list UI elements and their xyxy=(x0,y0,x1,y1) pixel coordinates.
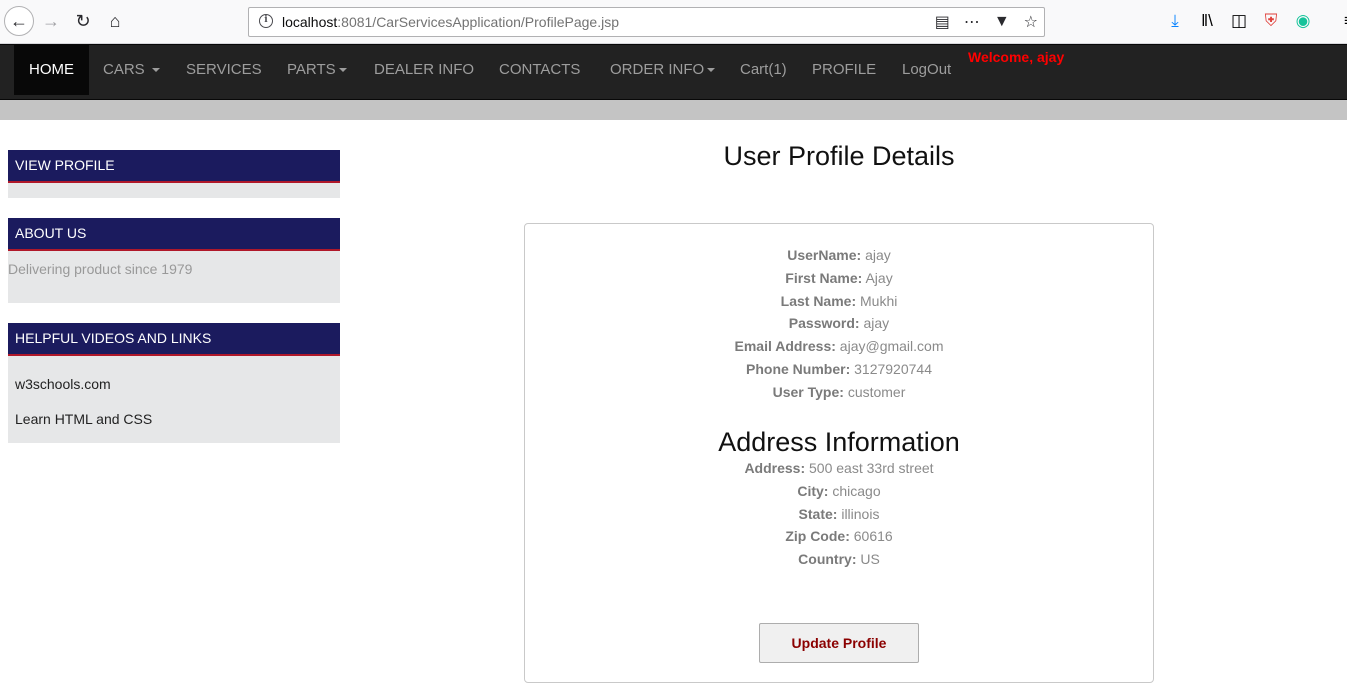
shield-extension-icon[interactable]: ⛨ xyxy=(1261,11,1281,31)
field-label: UserName: xyxy=(787,247,862,263)
navbar-underbar xyxy=(0,100,1347,120)
nav-parts[interactable]: PARTS xyxy=(272,45,362,95)
field-label: User Type: xyxy=(772,384,844,400)
reload-icon[interactable]: ↻ xyxy=(68,6,98,36)
menu-icon[interactable]: ≡ xyxy=(1339,11,1347,31)
field-label: First Name: xyxy=(785,270,863,286)
link-w3schools[interactable]: w3schools.com xyxy=(8,356,340,392)
field-label: City: xyxy=(797,483,829,499)
grammarly-icon[interactable]: ◉ xyxy=(1293,11,1313,31)
field-value: 500 east 33rd street xyxy=(809,460,934,476)
caret-down-icon xyxy=(707,68,716,73)
field-value: 60616 xyxy=(853,528,893,544)
field-value: ajay xyxy=(865,247,891,263)
field-value: chicago xyxy=(832,483,881,499)
field-label: Password: xyxy=(788,315,860,331)
field-value: 3127920744 xyxy=(854,361,932,377)
nav-cars-label: CARS xyxy=(103,61,145,78)
nav-logout[interactable]: LogOut xyxy=(887,45,966,95)
field-label: Address: xyxy=(744,460,806,476)
profile-row-password: Password: ajay xyxy=(525,315,1153,331)
profile-row-phone: Phone Number: 3127920744 xyxy=(525,361,1153,377)
field-label: State: xyxy=(798,506,838,522)
link-learn-html-css[interactable]: Learn HTML and CSS xyxy=(8,392,340,427)
url-text[interactable]: localhost:8081/CarServicesApplication/Pr… xyxy=(282,14,619,30)
field-value: ajay xyxy=(863,315,890,331)
nav-contacts[interactable]: CONTACTS xyxy=(484,45,595,95)
nav-services[interactable]: SERVICES xyxy=(171,45,277,95)
url-bar[interactable]: i localhost:8081/CarServicesApplication/… xyxy=(248,7,1045,37)
about-us-heading: ABOUT US xyxy=(8,218,340,251)
field-value: customer xyxy=(847,384,906,400)
profile-row-username: UserName: ajay xyxy=(525,247,1153,263)
caret-down-icon xyxy=(151,68,160,73)
field-value: Mukhi xyxy=(860,293,898,309)
caret-down-icon xyxy=(338,68,347,73)
field-value: illinois xyxy=(841,506,880,522)
field-label: Zip Code: xyxy=(785,528,850,544)
about-text: Delivering product since 1979 xyxy=(8,261,193,277)
forward-icon[interactable]: → xyxy=(36,6,66,36)
nav-order-info-label: ORDER INFO xyxy=(610,61,705,78)
url-path: :8081/CarServicesApplication/ProfilePage… xyxy=(337,14,619,30)
url-host: localhost xyxy=(282,14,338,30)
update-profile-button[interactable]: Update Profile xyxy=(759,623,919,663)
nav-dealer-info-label: DEALER INFO xyxy=(374,61,475,78)
sidebar-panel-links: HELPFUL VIDEOS AND LINKS w3schools.com L… xyxy=(8,323,340,443)
home-icon[interactable]: ⌂ xyxy=(100,6,130,36)
more-icon[interactable]: ⋯ xyxy=(964,12,980,32)
field-label: Last Name: xyxy=(780,293,857,309)
reader-view-icon[interactable]: ▤ xyxy=(935,12,950,32)
nav-parts-label: PARTS xyxy=(287,61,336,78)
field-label: Phone Number: xyxy=(746,361,851,377)
nav-logout-label: LogOut xyxy=(902,61,952,78)
field-label: Country: xyxy=(798,551,857,567)
field-value: Ajay xyxy=(865,270,893,286)
sidebar-panel-view-profile: VIEW PROFILE xyxy=(8,150,340,198)
nav-home-label: HOME xyxy=(29,61,74,78)
nav-cart-label: Cart(1) xyxy=(740,61,787,78)
helpful-links-heading: HELPFUL VIDEOS AND LINKS xyxy=(8,323,340,356)
nav-cars[interactable]: CARS xyxy=(88,45,175,95)
nav-contacts-label: CONTACTS xyxy=(499,61,581,78)
address-row-state: State: illinois xyxy=(525,506,1153,522)
star-icon[interactable]: ☆ xyxy=(1024,12,1038,32)
profile-row-first-name: First Name: Ajay xyxy=(525,270,1153,286)
address-row-city: City: chicago xyxy=(525,483,1153,499)
nav-home[interactable]: HOME xyxy=(14,45,89,95)
site-navbar: HOME CARS SERVICES PARTS DEALER INFO CON… xyxy=(0,44,1347,100)
back-icon[interactable]: ← xyxy=(4,6,34,36)
nav-order-info[interactable]: ORDER INFO xyxy=(595,45,730,95)
field-value: US xyxy=(860,551,880,567)
page-title: User Profile Details xyxy=(723,141,955,171)
sidebar-icon[interactable]: ◫ xyxy=(1229,11,1249,31)
nav-cart[interactable]: Cart(1) xyxy=(725,45,802,95)
download-icon[interactable]: ⤓ xyxy=(1165,11,1185,31)
sidebar-panel-about: ABOUT US Delivering product since 1979 xyxy=(8,218,340,303)
view-profile-link[interactable]: VIEW PROFILE xyxy=(8,150,340,183)
profile-row-user-type: User Type: customer xyxy=(525,384,1153,400)
nav-profile[interactable]: PROFILE xyxy=(797,45,891,95)
field-value: ajay@gmail.com xyxy=(839,338,944,354)
profile-row-email: Email Address: ajay@gmail.com xyxy=(525,338,1153,354)
profile-card: UserName: ajay First Name: Ajay Last Nam… xyxy=(524,223,1154,683)
nav-dealer-info[interactable]: DEALER INFO xyxy=(359,45,489,95)
field-label: Email Address: xyxy=(734,338,836,354)
address-row-country: Country: US xyxy=(525,551,1153,567)
nav-services-label: SERVICES xyxy=(186,61,262,78)
library-icon[interactable]: ‖\ xyxy=(1197,11,1217,31)
info-icon[interactable]: i xyxy=(259,14,273,28)
address-section-title: Address Information xyxy=(718,427,960,457)
browser-toolbar: ← → ↻ ⌂ i localhost:8081/CarServicesAppl… xyxy=(0,0,1347,44)
pocket-icon[interactable]: ▼ xyxy=(994,13,1010,31)
profile-row-last-name: Last Name: Mukhi xyxy=(525,293,1153,309)
address-row-address: Address: 500 east 33rd street xyxy=(525,460,1153,476)
welcome-message: Welcome, ajay xyxy=(968,49,1065,65)
address-row-zip: Zip Code: 60616 xyxy=(525,528,1153,544)
nav-profile-label: PROFILE xyxy=(812,61,877,78)
